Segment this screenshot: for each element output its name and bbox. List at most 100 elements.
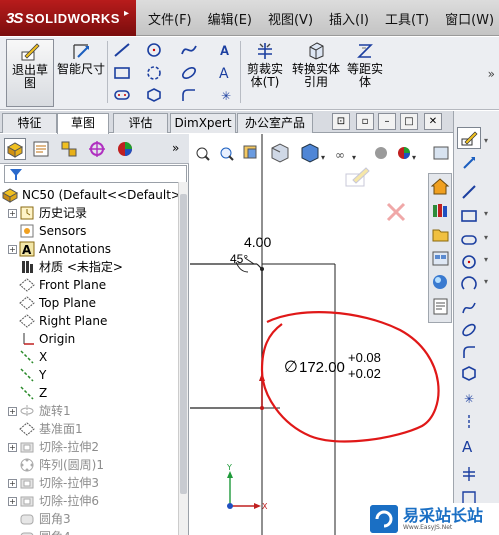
circle-icon[interactable]	[140, 40, 168, 60]
dimxpert-manager-tab-icon[interactable]	[86, 138, 108, 160]
configuration-manager-tab-icon[interactable]	[58, 138, 80, 160]
tree-item[interactable]: 圆角4	[19, 528, 71, 535]
custom-properties-icon[interactable]	[431, 297, 450, 316]
arc-icon[interactable]	[140, 63, 168, 83]
graphics-area[interactable]: ▾ ∞ ▾ ▾ 4.00 45° ∅ 172.00 +0.08 +0.02 Y …	[190, 134, 452, 535]
trim-entities-button[interactable]: 剪裁实体(T)	[244, 39, 286, 107]
mirror-icon[interactable]: A	[212, 63, 240, 83]
exit-sketch-corner-icon[interactable]	[345, 167, 370, 187]
tree-item[interactable]: Top Plane	[19, 294, 96, 312]
tree-item[interactable]: X	[19, 348, 47, 366]
tree-scrollbar[interactable]	[178, 182, 188, 535]
more-commands-icon[interactable]: »	[488, 67, 495, 81]
tree-item[interactable]: Y	[19, 366, 46, 384]
menu-insert[interactable]: 插入(I)	[321, 9, 377, 28]
tree-item[interactable]: 基准面1	[19, 420, 83, 438]
dropdown-arrow-icon[interactable]: ▾	[484, 136, 494, 145]
section-view-icon[interactable]	[271, 143, 289, 163]
diameter-dimension[interactable]: 172.00	[299, 359, 345, 376]
dropdown-arrow-icon[interactable]: ▾	[484, 277, 494, 286]
sketch-icon[interactable]	[457, 127, 481, 149]
tree-item[interactable]: Sensors	[19, 222, 86, 240]
arc-tool-icon[interactable]	[457, 273, 481, 295]
tree-item[interactable]: + 旋转1	[8, 402, 71, 420]
manager-tabs-more-icon[interactable]: »	[172, 141, 179, 155]
polygon-tool-icon[interactable]	[457, 297, 481, 319]
smart-dimension-small-icon[interactable]	[457, 151, 481, 173]
slot-icon[interactable]	[108, 85, 136, 105]
point-tool-icon[interactable]: ✳	[457, 387, 481, 409]
circle-tool-icon[interactable]	[457, 251, 481, 273]
text-tool-icon[interactable]: A	[457, 435, 481, 457]
tree-root[interactable]: NC50 (Default<<Default>	[1, 186, 178, 204]
display-style-icon[interactable]: ∞ ▾	[335, 148, 356, 162]
exit-sketch-button[interactable]: 退出草图	[6, 39, 54, 107]
dropdown-arrow-icon[interactable]: ▾	[484, 233, 494, 242]
tree-item[interactable]: 材质 <未指定>	[19, 258, 123, 276]
tree-item[interactable]: + 切除-拉伸6	[8, 492, 99, 510]
tree-item[interactable]: Front Plane	[19, 276, 106, 294]
tree-item[interactable]: Right Plane	[19, 312, 107, 330]
tab-features[interactable]: 特征	[2, 113, 57, 133]
cancel-sketch-corner-icon[interactable]	[386, 202, 406, 222]
trim-tool-icon[interactable]	[457, 463, 481, 485]
point-icon[interactable]: ✳	[212, 85, 240, 105]
line-tool-icon[interactable]	[457, 181, 481, 203]
tab-office-products[interactable]: 办公室产品	[237, 113, 313, 133]
sketch-text-icon[interactable]: 𝐀	[212, 40, 240, 60]
menu-view[interactable]: 视图(V)	[260, 9, 321, 28]
property-manager-tab-icon[interactable]	[30, 138, 52, 160]
restore-icon[interactable]: ▫	[356, 113, 374, 130]
fillet-tool-icon[interactable]	[457, 341, 481, 363]
polygon-hex-tool-icon[interactable]	[457, 363, 481, 385]
tree-item[interactable]: Origin	[19, 330, 75, 348]
ellipse-tool-icon[interactable]	[457, 319, 481, 341]
expand-icon[interactable]: +	[8, 442, 17, 452]
upper-tolerance[interactable]: +0.08	[348, 350, 381, 365]
tree-item[interactable]: + 切除-拉伸2	[8, 438, 99, 456]
feature-manager-tab-icon[interactable]	[4, 138, 26, 160]
tree-item[interactable]: 阵列(圆周)1	[19, 456, 104, 474]
line-icon[interactable]	[108, 40, 136, 60]
offset-entities-button[interactable]: 等距实体	[342, 39, 388, 107]
tree-item[interactable]: + 历史记录	[8, 204, 87, 222]
apply-scene-icon[interactable]	[433, 146, 449, 160]
rectangle-tool-icon[interactable]	[457, 205, 481, 227]
convert-entities-button[interactable]: 转换实体引用	[292, 39, 340, 107]
design-library-icon[interactable]	[431, 201, 450, 220]
tree-item[interactable]: Z	[19, 384, 47, 402]
sketch-geometry[interactable]	[190, 134, 336, 535]
home-icon[interactable]	[430, 177, 450, 196]
minimize-icon[interactable]: –	[378, 113, 396, 130]
view-orientation-icon[interactable]: ▾	[301, 143, 325, 163]
spline-icon[interactable]	[175, 40, 203, 60]
tree-item[interactable]: + 切除-拉伸3	[8, 474, 99, 492]
dropdown-arrow-icon[interactable]: ▾	[484, 255, 494, 264]
menu-file[interactable]: 文件(F)	[140, 9, 200, 28]
ellipse-icon[interactable]	[175, 63, 203, 83]
tab-evaluate[interactable]: 评估	[113, 113, 168, 133]
maximize-icon[interactable]: □	[400, 113, 418, 130]
close-icon[interactable]: ✕	[424, 113, 442, 130]
expand-icon[interactable]: +	[8, 406, 17, 416]
rectangle-icon[interactable]	[108, 63, 136, 83]
chamfer-angle-dimension[interactable]: 45°	[230, 252, 248, 266]
expand-icon[interactable]: +	[8, 244, 17, 254]
tree-scrollbar-thumb[interactable]	[180, 194, 187, 494]
menu-edit[interactable]: 编辑(E)	[200, 9, 260, 28]
tab-sketch[interactable]: 草图	[57, 113, 109, 134]
tile-icon[interactable]: ⊡	[332, 113, 350, 130]
expand-icon[interactable]: +	[8, 478, 17, 488]
edit-appearance-icon[interactable]: ▾	[398, 147, 416, 162]
tab-dimxpert[interactable]: DimXpert	[170, 113, 236, 133]
centerline-tool-icon[interactable]	[457, 411, 481, 433]
display-manager-tab-icon[interactable]	[114, 138, 136, 160]
sketch-canvas[interactable]: ▾ ∞ ▾ ▾ 4.00 45° ∅ 172.00 +0.08 +0.02 Y …	[190, 134, 452, 535]
menu-tools[interactable]: 工具(T)	[377, 9, 437, 28]
appearances-icon[interactable]	[431, 273, 450, 292]
tree-filter-input[interactable]	[4, 165, 187, 183]
solidworks-logo[interactable]: 3S SOLIDWORKS	[0, 0, 136, 36]
fillet-sketch-icon[interactable]	[175, 85, 203, 105]
menu-window[interactable]: 窗口(W)	[437, 9, 499, 28]
zoom-area-icon[interactable]	[220, 147, 234, 161]
